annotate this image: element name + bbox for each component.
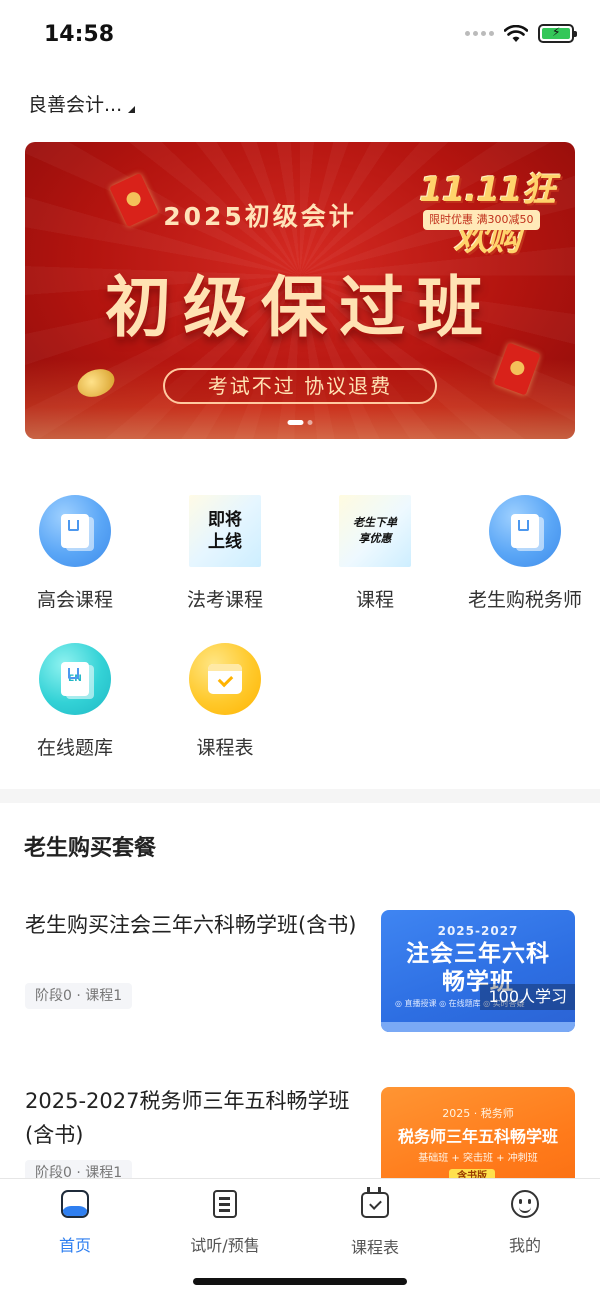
document-icon: [210, 1190, 240, 1220]
course-card[interactable]: 老生购买注会三年六科畅学班(含书) 阶段0 · 课程1 2025-2027 注会…: [0, 900, 600, 1040]
grid-item-fakao[interactable]: 即将 上线 法考课程: [150, 495, 300, 612]
book-icon: [489, 495, 561, 567]
battery-icon: ⚡: [538, 24, 577, 43]
signal-icon: [465, 31, 494, 36]
thumb-year: 2025 · 税务师: [442, 1107, 514, 1120]
grid-item-tiku[interactable]: EN 在线题库: [0, 643, 150, 760]
section-divider: [0, 789, 600, 803]
calendar-icon: [189, 643, 261, 715]
carousel-dot: [307, 420, 313, 425]
grid-label: 老生购税务师: [467, 589, 582, 611]
course-title: 2025-2027税务师三年五科畅学班 (含书): [25, 1089, 350, 1147]
course-meta: 阶段0 · 课程1: [25, 983, 133, 1009]
status-time: 14:58: [44, 22, 115, 47]
grid-item-shuiwushi[interactable]: 老生购税务师: [450, 495, 600, 612]
tab-home[interactable]: 首页: [0, 1189, 150, 1256]
course-title: 老生购买注会三年六科畅学班(含书): [25, 913, 357, 937]
grid-item-gaokuai[interactable]: 高会课程: [0, 495, 150, 612]
grid-label: 高会课程: [36, 589, 113, 611]
old-student-tile-icon: 老生下单 享优惠: [339, 495, 411, 567]
carousel-indicator: [287, 420, 313, 425]
status-bar: 14:58 ⚡: [0, 0, 600, 70]
tab-schedule[interactable]: 课程表: [300, 1187, 450, 1258]
tab-label: 我的: [508, 1236, 541, 1255]
org-selector[interactable]: 良善会计...: [28, 90, 136, 117]
tab-trial[interactable]: 试听/预售: [150, 1189, 300, 1256]
tab-label: 首页: [58, 1236, 91, 1255]
carousel-dot-active: [287, 420, 304, 425]
battery-level: ⚡: [542, 25, 570, 39]
coming-soon-tile-icon: 即将 上线: [189, 495, 261, 567]
grid-label: 课程表: [196, 737, 254, 759]
tab-label: 试听/预售: [190, 1236, 260, 1255]
en-book-icon: EN: [39, 643, 111, 715]
home-icon: [60, 1190, 90, 1220]
grid-label: 课程: [355, 589, 394, 611]
status-icons: ⚡: [465, 24, 577, 43]
promo-badge: 11.11狂欢购 限时优惠 满300减50: [407, 162, 567, 259]
org-name: 良善会计...: [28, 94, 123, 116]
book-icon: [39, 495, 111, 567]
smiley-icon: [510, 1190, 540, 1220]
learner-count: 100人学习: [480, 984, 575, 1010]
banner-pill: 考试不过 协议退费: [163, 368, 437, 404]
grid-item-kecheng[interactable]: 老生下单 享优惠 课程: [300, 495, 450, 612]
course-thumbnail: 2025-2027 注会三年六科 畅学班 ◎ 直播授课 ◎ 在线题库 ◎ 实时答…: [381, 910, 575, 1032]
promo-sub: 限时优惠 满300减50: [423, 210, 540, 230]
tab-me[interactable]: 我的: [450, 1189, 600, 1256]
grid-item-schedule[interactable]: 课程表: [150, 643, 300, 760]
thumb-year: 2025-2027: [437, 924, 519, 938]
promo-banner[interactable]: 2025初级会计 11.11狂欢购 限时优惠 满300减50 初级保过班 考试不…: [25, 142, 575, 439]
calendar-check-icon: [360, 1187, 390, 1222]
grid-label: 法考课程: [186, 589, 263, 611]
thumb-sub: 基础班 + 突击班 + 冲刺班: [418, 1153, 538, 1164]
caret-down-icon: [128, 106, 136, 113]
promo-main: 11.11狂欢购: [419, 170, 556, 259]
grid-label: 在线题库: [36, 737, 113, 759]
tab-label: 课程表: [350, 1238, 399, 1257]
thumb-title: 税务师三年五科畅学班: [397, 1127, 558, 1146]
wifi-icon: [504, 24, 528, 42]
section-title: 老生购买套餐: [24, 836, 157, 861]
banner-title: 初级保过班: [105, 269, 495, 346]
home-indicator[interactable]: [193, 1278, 407, 1285]
